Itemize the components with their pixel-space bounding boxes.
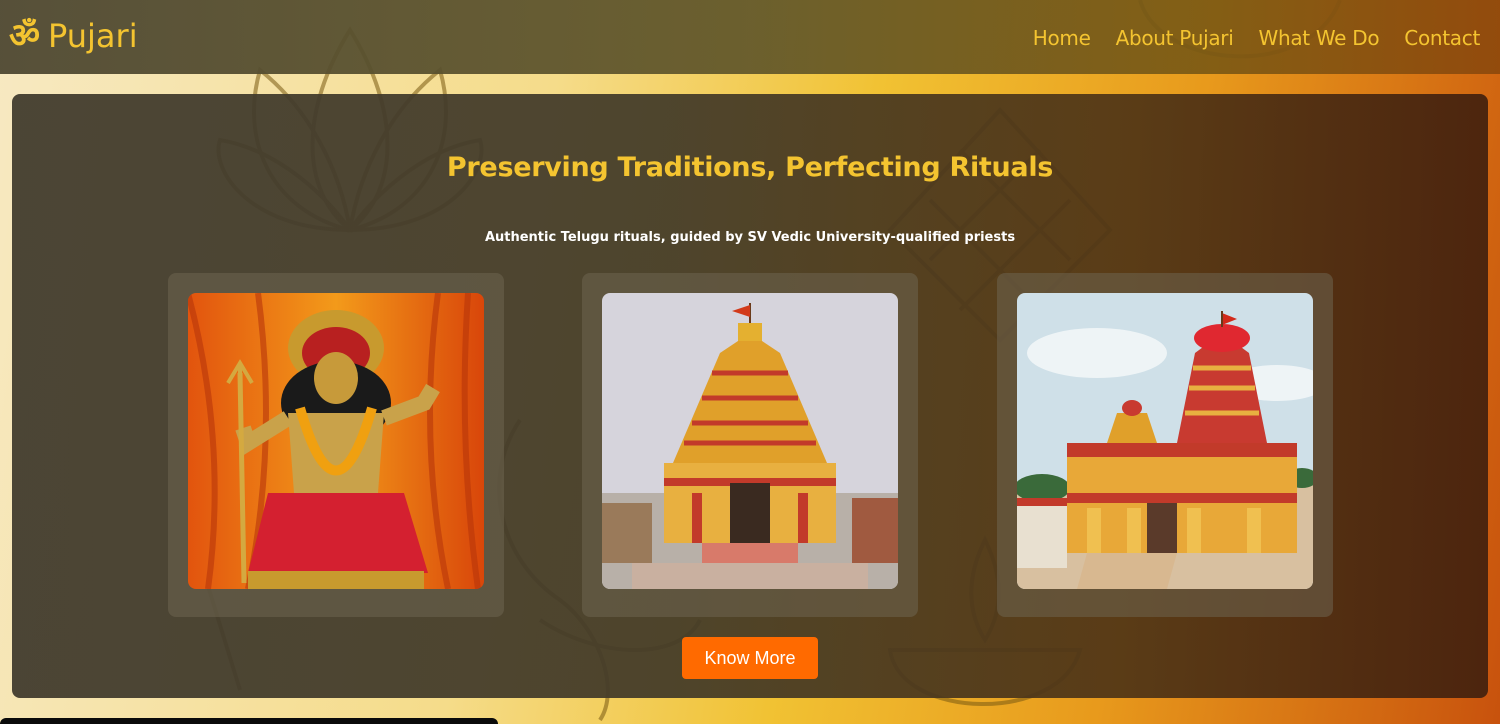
main-nav: Home About Pujari What We Do Contact bbox=[1033, 24, 1481, 52]
gallery-card-1 bbox=[168, 273, 504, 617]
om-icon: ॐ bbox=[9, 16, 41, 56]
hero-subtitle: Authentic Telugu rituals, guided by SV V… bbox=[484, 230, 1016, 245]
deity-statue-image bbox=[188, 293, 484, 589]
hero-title: Preserving Traditions, Perfecting Ritual… bbox=[446, 152, 1054, 183]
temple-complex-image bbox=[1017, 293, 1313, 589]
gallery-card-3 bbox=[997, 273, 1333, 617]
brand-logo[interactable]: ॐ Pujari bbox=[9, 14, 138, 58]
gallery-card-2 bbox=[582, 273, 918, 617]
header-bar: ॐ Pujari Home About Pujari What We Do Co… bbox=[0, 0, 1500, 74]
hero-section: Preserving Traditions, Perfecting Ritual… bbox=[12, 94, 1488, 698]
nav-contact[interactable]: Contact bbox=[1404, 24, 1480, 52]
nav-home[interactable]: Home bbox=[1033, 24, 1091, 52]
temple-gopuram-image bbox=[602, 293, 898, 589]
nav-about-pujari[interactable]: About Pujari bbox=[1116, 24, 1234, 52]
bottom-bar bbox=[0, 718, 498, 724]
know-more-button[interactable]: Know More bbox=[682, 637, 818, 679]
nav-what-we-do[interactable]: What We Do bbox=[1258, 24, 1379, 52]
brand-name: Pujari bbox=[48, 17, 138, 55]
